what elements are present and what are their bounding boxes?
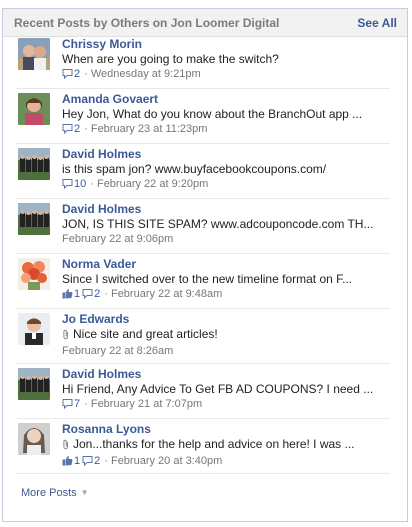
attachment-icon <box>62 439 70 454</box>
comment-icon[interactable] <box>62 398 73 414</box>
post-item[interactable]: Rosanna Lyons Jon...thanks for the help a… <box>16 419 390 474</box>
comment-icon[interactable] <box>82 455 93 471</box>
see-all-link[interactable]: See All <box>357 16 397 30</box>
box-title: Recent Posts by Others on Jon Loomer Dig… <box>14 16 280 30</box>
post-item[interactable]: Amanda Govaert Hey Jon, What do you know … <box>16 89 390 144</box>
photo-team-icon[interactable] <box>18 368 50 400</box>
post-item[interactable]: Jo Edwards Nice site and great articles! F… <box>16 309 390 364</box>
photo-team-icon[interactable] <box>18 148 50 180</box>
comment-count[interactable]: 2 <box>74 123 80 135</box>
comment-count[interactable]: 2 <box>94 455 100 467</box>
post-timestamp[interactable]: · Wednesday at 9:21pm <box>84 68 201 80</box>
post-timestamp[interactable]: · February 22 at 9:20pm <box>90 178 208 190</box>
post-item[interactable]: Chrissy Morin When are you going to make … <box>16 34 390 89</box>
like-icon[interactable] <box>62 288 73 304</box>
photo-woman-icon[interactable] <box>18 93 50 125</box>
post-author[interactable]: Jo Edwards <box>62 312 390 327</box>
post-author[interactable]: David Holmes <box>62 147 390 162</box>
post-timestamp[interactable]: · February 23 at 11:23pm <box>84 123 207 135</box>
post-timestamp[interactable]: · February 20 at 3:40pm <box>104 455 222 467</box>
post-text-line: Nice site and great articles! <box>62 327 390 344</box>
post-text: Hey Jon, What do you know about the Bran… <box>62 107 363 121</box>
comment-count[interactable]: 2 <box>94 288 100 300</box>
photo-team-icon[interactable] <box>18 203 50 235</box>
like-icon[interactable] <box>62 455 73 471</box>
photo-woman2-icon[interactable] <box>18 423 50 455</box>
post-item[interactable]: David Holmes JON, IS THIS SITE SPAM? www.… <box>16 199 390 254</box>
post-author[interactable]: David Holmes <box>62 202 390 217</box>
post-text-line: is this spam jon? www.buyfacebookcoupons… <box>62 162 390 177</box>
post-timestamp[interactable]: February 22 at 8:26am <box>62 345 173 357</box>
post-meta: 1 2 · February 20 at 3:40pm <box>62 454 390 471</box>
post-text-line: When are you going to make the switch? <box>62 52 390 67</box>
photo-flowers-icon[interactable] <box>18 258 50 290</box>
more-posts-label: More Posts <box>21 487 77 499</box>
comment-icon[interactable] <box>62 68 73 84</box>
post-meta: 2 · Wednesday at 9:21pm <box>62 67 390 84</box>
post-text: Hi Friend, Any Advice To Get FB AD COUPO… <box>62 382 374 396</box>
post-author[interactable]: Norma Vader <box>62 257 390 272</box>
post-meta: February 22 at 9:06pm <box>62 232 390 247</box>
post-meta: 1 2 · February 22 at 9:48am <box>62 287 390 304</box>
caret-down-icon: ▼ <box>80 488 89 497</box>
like-count[interactable]: 1 <box>74 288 80 300</box>
attachment-icon <box>62 329 70 344</box>
comment-icon[interactable] <box>82 288 93 304</box>
like-count[interactable]: 1 <box>74 455 80 467</box>
post-meta: 2 · February 23 at 11:23pm <box>62 122 390 139</box>
post-text-line: Jon...thanks for the help and advice on … <box>62 437 390 454</box>
photo-man-icon[interactable] <box>18 313 50 345</box>
post-timestamp[interactable]: February 22 at 9:06pm <box>62 233 173 245</box>
post-item[interactable]: David Holmes Hi Friend, Any Advice To Get… <box>16 364 390 419</box>
comment-count[interactable]: 10 <box>74 178 86 190</box>
comment-icon[interactable] <box>62 123 73 139</box>
post-text-line: JON, IS THIS SITE SPAM? www.adcouponcode… <box>62 217 390 232</box>
post-text: Jon...thanks for the help and advice on … <box>73 437 355 451</box>
post-author[interactable]: Amanda Govaert <box>62 92 390 107</box>
post-item[interactable]: Norma Vader Since I switched over to the … <box>16 254 390 309</box>
post-meta: February 22 at 8:26am <box>62 344 390 359</box>
post-list: Chrissy Morin When are you going to make … <box>16 34 390 474</box>
post-text: When are you going to make the switch? <box>62 52 279 66</box>
photo-couple-icon[interactable] <box>18 38 50 70</box>
box-header: Recent Posts by Others on Jon Loomer Dig… <box>3 9 407 37</box>
post-author[interactable]: Rosanna Lyons <box>62 422 390 437</box>
comment-icon[interactable] <box>62 178 73 194</box>
post-text: is this spam jon? www.buyfacebookcoupons… <box>62 162 327 176</box>
post-author[interactable]: Chrissy Morin <box>62 37 390 52</box>
post-text: JON, IS THIS SITE SPAM? www.adcouponcode… <box>62 217 374 231</box>
comment-count[interactable]: 2 <box>74 68 80 80</box>
post-meta: 7 · February 21 at 7:07pm <box>62 397 390 414</box>
post-text: Since I switched over to the new timelin… <box>62 272 353 286</box>
post-text-line: Hi Friend, Any Advice To Get FB AD COUPO… <box>62 382 390 397</box>
post-text-line: Since I switched over to the new timelin… <box>62 272 390 287</box>
more-posts-link[interactable]: More Posts ▼ <box>21 487 89 499</box>
post-timestamp[interactable]: · February 22 at 9:48am <box>104 288 222 300</box>
post-item[interactable]: David Holmes is this spam jon? www.buyfac… <box>16 144 390 199</box>
post-text-line: Hey Jon, What do you know about the Bran… <box>62 107 390 122</box>
post-text: Nice site and great articles! <box>73 327 218 341</box>
post-meta: 10 · February 22 at 9:20pm <box>62 177 390 194</box>
comment-count[interactable]: 7 <box>74 398 80 410</box>
post-author[interactable]: David Holmes <box>62 367 390 382</box>
post-timestamp[interactable]: · February 21 at 7:07pm <box>84 398 202 410</box>
